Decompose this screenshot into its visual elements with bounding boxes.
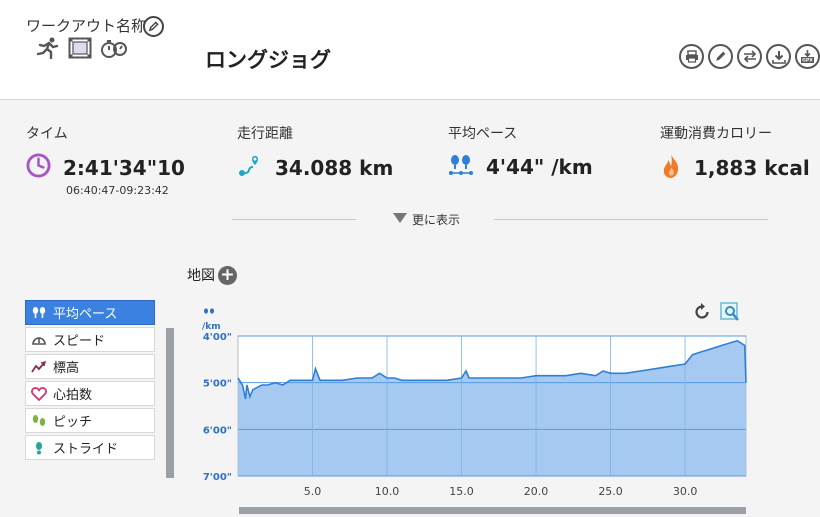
divider: [232, 219, 356, 220]
metric-item-stride[interactable]: ストライド: [25, 435, 155, 460]
workout-header: ワークアウト名称 ロングジョグ GPX: [0, 0, 820, 100]
speedometer-icon: [31, 332, 47, 348]
map-label: 地図: [187, 268, 215, 284]
download-icon[interactable]: [766, 44, 791, 69]
show-more-label: 更に表示: [412, 213, 461, 227]
route-icon: [237, 153, 263, 183]
stopwatch-icon: [100, 37, 128, 63]
metric-item-cadence[interactable]: ピッチ: [25, 408, 155, 433]
heart-icon: [31, 386, 47, 402]
metric-item-label: 心拍数: [53, 388, 93, 403]
metric-item-elevation[interactable]: 標高: [25, 354, 155, 379]
metric-item-heart-rate[interactable]: 心拍数: [25, 381, 155, 406]
y-tick-label: 7'00": [203, 472, 232, 483]
metric-item-label: ストライド: [53, 442, 119, 457]
stride-icon: [31, 440, 47, 456]
header-toolbar: GPX: [679, 44, 820, 69]
clock-icon: [26, 153, 51, 182]
x-tick-label: 30.0: [673, 485, 698, 498]
pace-icon: [448, 153, 474, 181]
svg-text:GPX: GPX: [802, 58, 813, 64]
metric-item-speed[interactable]: スピード: [25, 327, 155, 352]
metric-item-label: ピッチ: [53, 415, 93, 430]
elevation-icon: [31, 359, 47, 375]
stat-calories-label: 運動消費カロリー: [660, 126, 772, 142]
summary-stats: タイム 2:41'34"10 06:40:47-09:23:42 走行距離 34…: [0, 100, 820, 250]
stat-calories: 運動消費カロリー 1,883 kcal: [660, 123, 810, 183]
print-icon[interactable]: [679, 44, 704, 69]
stat-distance: 走行距離 34.088 km: [237, 123, 393, 183]
x-tick-label: 10.0: [375, 485, 400, 498]
flame-icon: [660, 153, 682, 183]
chart-horizontal-scrollbar[interactable]: [239, 507, 746, 514]
metric-item-pace[interactable]: 平均ペース: [25, 300, 155, 325]
swap-icon[interactable]: [737, 44, 762, 69]
x-tick-label: 5.0: [304, 485, 322, 498]
pace-icon: [204, 308, 208, 314]
y-tick-label: 5'00": [203, 379, 232, 390]
edit-icon[interactable]: [708, 44, 733, 69]
running-icon: [36, 37, 60, 63]
gpx-export-icon[interactable]: GPX: [795, 44, 820, 69]
plus-icon[interactable]: +: [218, 265, 237, 285]
show-more-row: 更に表示: [0, 210, 820, 230]
stat-distance-label: 走行距離: [237, 126, 293, 142]
stat-distance-value: 34.088 km: [275, 156, 394, 180]
stat-time: タイム 2:41'34"10 06:40:47-09:23:42: [26, 123, 185, 197]
triangle-down-icon: [392, 212, 408, 227]
x-tick-label: 15.0: [449, 485, 474, 498]
metric-item-label: スピード: [53, 334, 106, 349]
edit-name-icon[interactable]: [143, 16, 164, 37]
workout-name-label: ワークアウト名称: [26, 17, 147, 35]
metric-item-label: 平均ペース: [53, 307, 118, 322]
x-tick-label: 20.0: [524, 485, 549, 498]
pace-chart[interactable]: 4'00" 5'00" 6'00" 7'00" 5.0 10.0 15.0 20.0 25.0 3…: [190, 302, 820, 507]
y-tick-label: 6'00": [203, 425, 232, 436]
stat-time-value: 2:41'34"10: [63, 155, 185, 180]
y-unit-text: /km: [202, 322, 221, 332]
map-header: 地図 +: [187, 265, 237, 285]
metric-item-label: 標高: [53, 361, 80, 376]
stat-pace: 平均ペース 4'44" /km: [448, 123, 593, 181]
workout-type-icons: [36, 37, 128, 63]
divider: [494, 219, 768, 220]
stat-time-range: 06:40:47-09:23:42: [66, 184, 169, 197]
pace-icon: [210, 308, 214, 314]
stat-calories-value: 1,883 kcal: [694, 156, 810, 180]
x-tick-label: 25.0: [598, 485, 623, 498]
y-tick-label: 4'00": [203, 332, 232, 343]
stat-pace-value: 4'44" /km: [486, 155, 593, 179]
metric-list-scrollbar[interactable]: [166, 328, 174, 478]
show-more-button[interactable]: 更に表示: [392, 211, 460, 228]
metric-selector: 平均ペース スピード 標高 心拍数 ピッチ ストライド: [25, 300, 155, 462]
film-icon: [68, 37, 92, 63]
stat-time-label: タイム: [26, 126, 68, 142]
stat-pace-label: 平均ペース: [448, 126, 518, 142]
pace-icon: [31, 305, 47, 321]
workout-title: ロングジョグ: [205, 48, 331, 72]
footsteps-icon: [31, 413, 47, 429]
